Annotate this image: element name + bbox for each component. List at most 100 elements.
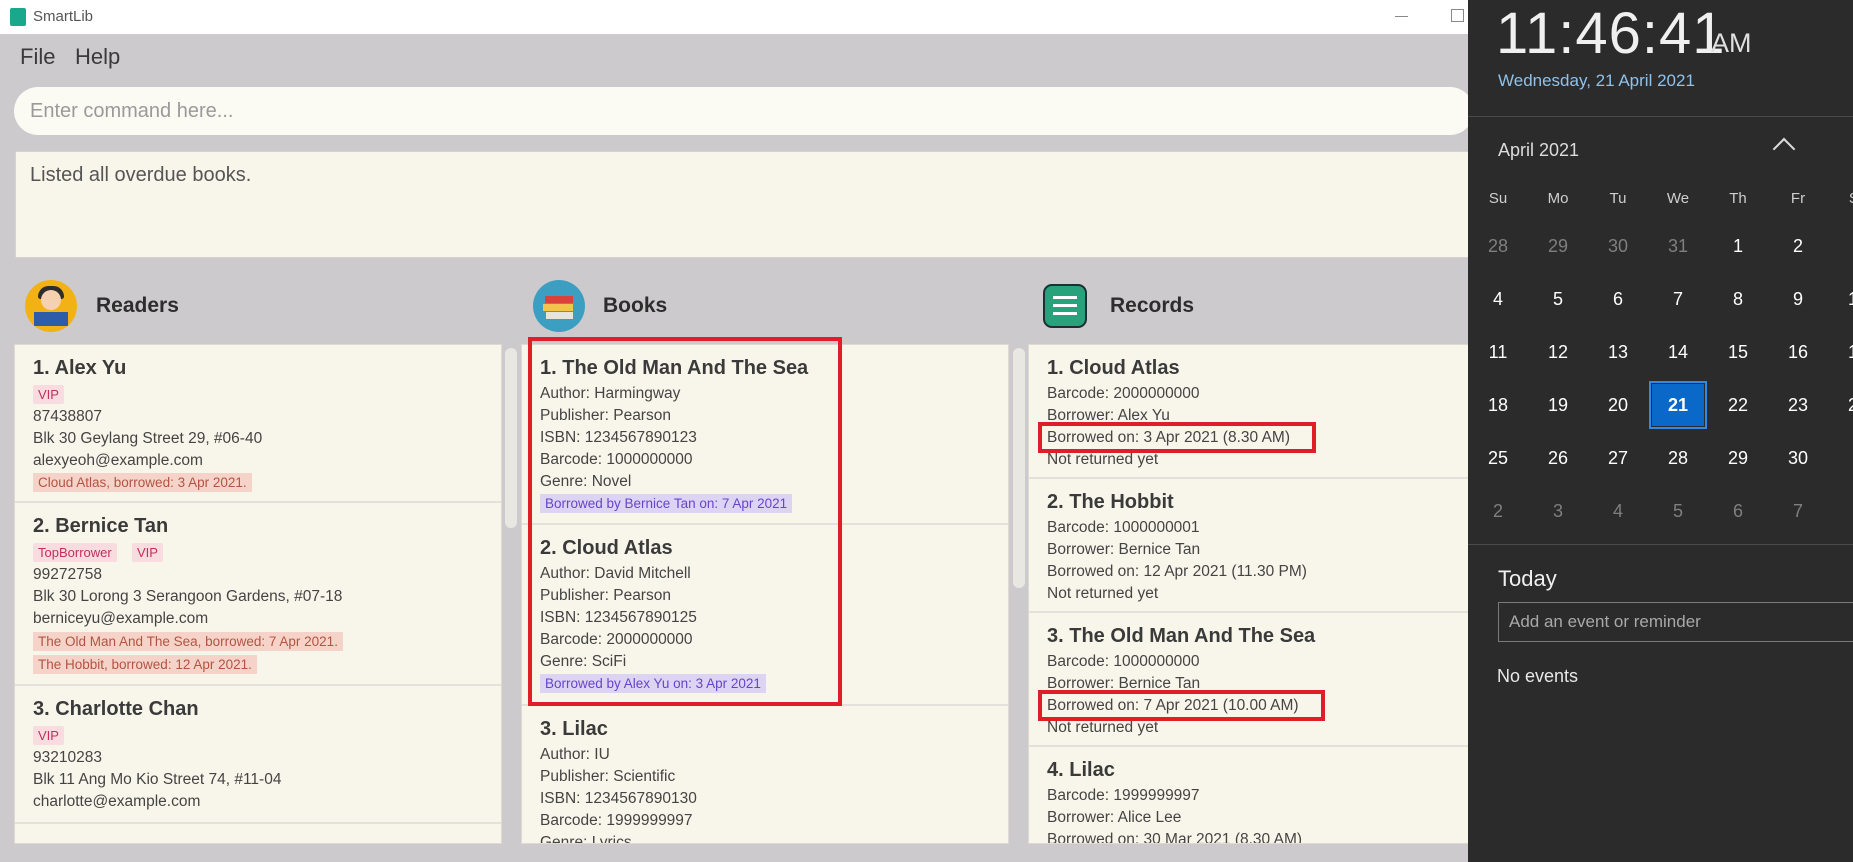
calendar-day[interactable]: 17	[1829, 328, 1853, 376]
reader-card[interactable]: 1. Alex Yu VIP 87438807 Blk 30 Geylang S…	[15, 345, 501, 503]
calendar-day[interactable]: 1	[1709, 222, 1767, 270]
calendar-day[interactable]: 11	[1469, 328, 1527, 376]
reader-address: Blk 30 Geylang Street 29, #06-40	[33, 430, 263, 447]
calendar-day[interactable]: 9	[1769, 275, 1827, 323]
record-barcode: Barcode: 1999999997	[1047, 787, 1200, 804]
calendar-day[interactable]: 10	[1829, 275, 1853, 323]
calendar-day[interactable]: 27	[1589, 434, 1647, 482]
calendar-day[interactable]: 4	[1589, 487, 1647, 535]
minimize-icon[interactable]	[1392, 6, 1412, 26]
calendar-day[interactable]: 28	[1469, 222, 1527, 270]
calendar-flyout: 11:46:41 AM Wednesday, 21 April 2021 Apr…	[1468, 0, 1853, 862]
reader-phone: 93210283	[33, 749, 102, 766]
maximize-icon[interactable]	[1448, 6, 1468, 26]
reader-tag: TopBorrower	[33, 543, 117, 562]
reader-email: charlotte@example.com	[33, 793, 201, 810]
calendar-day[interactable]: 29	[1529, 222, 1587, 270]
record-status: Not returned yet	[1047, 585, 1159, 602]
calendar-day[interactable]: 4	[1469, 275, 1527, 323]
date-link[interactable]: Wednesday, 21 April 2021	[1498, 71, 1695, 91]
calendar-day[interactable]: 7	[1649, 275, 1707, 323]
book-barcode: Barcode: 1999999997	[540, 812, 693, 829]
calendar-day[interactable]: 7	[1769, 487, 1827, 535]
book-card[interactable]: 3. Lilac Author: IU Publisher: Scientifi…	[522, 706, 1008, 844]
books-scrollbar[interactable]	[1013, 348, 1025, 588]
reader-tag: VIP	[132, 543, 163, 562]
calendar-day[interactable]: 13	[1589, 328, 1647, 376]
calendar-day[interactable]: 30	[1769, 434, 1827, 482]
clock-time: 11:46:41	[1496, 1, 1726, 66]
calendar-day[interactable]: 16	[1769, 328, 1827, 376]
record-card[interactable]: 2. The Hobbit Barcode: 1000000001 Borrow…	[1029, 479, 1477, 613]
record-title: 4. Lilac	[1047, 759, 1115, 781]
book-title: 3. Lilac	[540, 718, 608, 740]
menu-help[interactable]: Help	[75, 44, 120, 70]
calendar-day[interactable]: 3	[1529, 487, 1587, 535]
calendar-day[interactable]: 6	[1709, 487, 1767, 535]
reader-name: 1. Alex Yu	[33, 357, 127, 379]
app-logo-icon	[10, 8, 26, 26]
record-barcode: Barcode: 1000000001	[1047, 519, 1200, 536]
weekday-header: We	[1666, 190, 1690, 207]
readers-list[interactable]: 1. Alex Yu VIP 87438807 Blk 30 Geylang S…	[14, 344, 502, 844]
calendar-day[interactable]: 31	[1649, 222, 1707, 270]
weekday-header: Mo	[1547, 190, 1569, 207]
record-borrowed-on: Borrowed on: 30 Mar 2021 (8.30 AM)	[1047, 831, 1303, 844]
calendar-day[interactable]: 26	[1529, 434, 1587, 482]
calendar-day[interactable]: 28	[1649, 434, 1707, 482]
result-text: Listed all overdue books.	[30, 164, 252, 186]
record-card[interactable]: 3. The Old Man And The Sea Barcode: 1000…	[1029, 613, 1477, 747]
result-display: Listed all overdue books.	[15, 151, 1475, 258]
book-publisher: Publisher: Scientific	[540, 768, 676, 785]
record-status: Not returned yet	[1047, 451, 1159, 468]
record-title: 2. The Hobbit	[1047, 491, 1174, 513]
weekday-header: Su	[1488, 190, 1508, 207]
records-list[interactable]: 1. Cloud Atlas Barcode: 2000000000 Borro…	[1028, 344, 1478, 844]
reader-name: 3. Charlotte Chan	[33, 698, 199, 720]
command-input[interactable]	[14, 87, 1474, 135]
calendar-day[interactable]: 5	[1649, 487, 1707, 535]
calendar-day[interactable]: 3	[1829, 222, 1853, 270]
record-status: Not returned yet	[1047, 719, 1159, 736]
clock-ampm: AM	[1711, 28, 1752, 58]
calendar-day[interactable]: 8	[1829, 487, 1853, 535]
book-genre: Genre: Lyrics	[540, 834, 632, 844]
divider	[1468, 544, 1853, 545]
calendar-day[interactable]: 18	[1469, 381, 1527, 429]
readers-icon	[25, 280, 77, 332]
month-title[interactable]: April 2021	[1498, 140, 1579, 161]
no-events-text: No events	[1497, 666, 1579, 686]
calendar-day[interactable]: 2	[1469, 487, 1527, 535]
readers-scrollbar[interactable]	[505, 348, 517, 528]
reader-card[interactable]: 3. Charlotte Chan VIP 93210283 Blk 11 An…	[15, 686, 501, 824]
chevron-up-icon[interactable]	[1772, 137, 1796, 161]
calendar-day[interactable]: 6	[1589, 275, 1647, 323]
calendar-day[interactable]: 15	[1709, 328, 1767, 376]
book-isbn: ISBN: 1234567890130	[540, 790, 697, 807]
reader-card[interactable]: 2. Bernice Tan TopBorrower VIP 99272758 …	[15, 503, 501, 686]
calendar-day[interactable]: 19	[1529, 381, 1587, 429]
menu-file[interactable]: File	[20, 44, 55, 70]
calendar-day[interactable]: 30	[1589, 222, 1647, 270]
weekday-header: Fr	[1790, 190, 1806, 207]
calendar-day[interactable]: 1	[1829, 434, 1853, 482]
calendar-day[interactable]: 23	[1769, 381, 1827, 429]
record-borrowed-on: Borrowed on: 12 Apr 2021 (11.30 PM)	[1047, 563, 1307, 580]
calendar-day[interactable]: 25	[1469, 434, 1527, 482]
record-barcode: Barcode: 1000000000	[1047, 653, 1200, 670]
reader-borrow-tag: Cloud Atlas, borrowed: 3 Apr 2021.	[33, 473, 252, 492]
calendar-day[interactable]: 24	[1829, 381, 1853, 429]
calendar-day[interactable]: 5	[1529, 275, 1587, 323]
calendar-day[interactable]: 22	[1709, 381, 1767, 429]
calendar-day-today[interactable]: 21	[1649, 381, 1707, 429]
calendar-day[interactable]: 14	[1649, 328, 1707, 376]
calendar-day[interactable]: 20	[1589, 381, 1647, 429]
event-input[interactable]	[1498, 602, 1853, 642]
record-card[interactable]: 4. Lilac Barcode: 1999999997 Borrower: A…	[1029, 747, 1477, 844]
calendar-day[interactable]: 8	[1709, 275, 1767, 323]
calendar-day[interactable]: 2	[1769, 222, 1827, 270]
calendar-day[interactable]: 29	[1709, 434, 1767, 482]
record-card[interactable]: 1. Cloud Atlas Barcode: 2000000000 Borro…	[1029, 345, 1477, 479]
calendar-day[interactable]: 12	[1529, 328, 1587, 376]
reader-name: 2. Bernice Tan	[33, 515, 169, 537]
